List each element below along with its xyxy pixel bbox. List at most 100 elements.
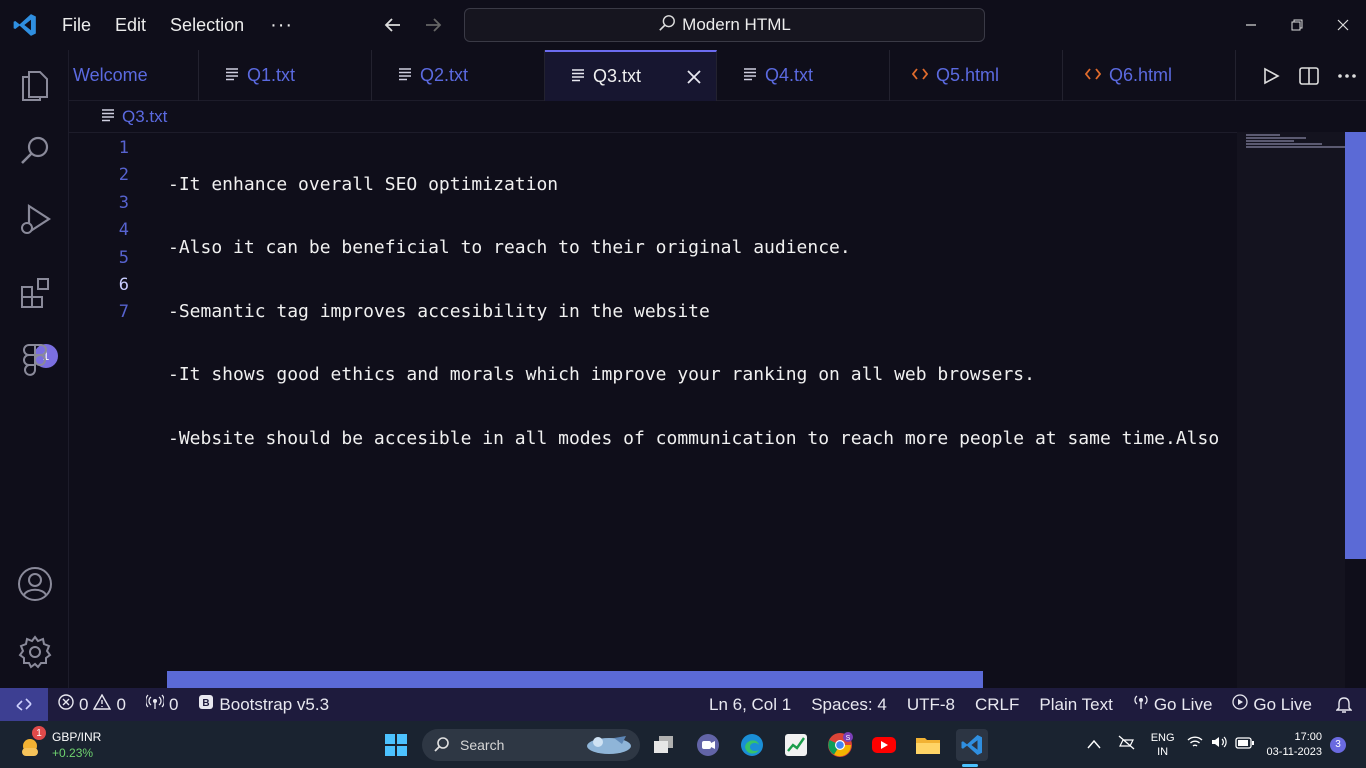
notification-badge[interactable]: 3 xyxy=(1330,736,1346,753)
tab-q1[interactable]: Q1.txt xyxy=(199,50,372,101)
split-editor-icon[interactable] xyxy=(1290,50,1328,101)
task-view-icon[interactable] xyxy=(648,729,680,761)
svg-text:S: S xyxy=(846,735,851,742)
warning-count: 0 xyxy=(116,694,126,714)
lang-line-1: ENG xyxy=(1150,731,1175,744)
menu-edit[interactable]: Edit xyxy=(103,0,158,50)
battery-icon[interactable] xyxy=(1231,736,1259,754)
widget-title: GBP/INR xyxy=(52,730,102,744)
code-line[interactable] xyxy=(168,488,1237,515)
status-bar: 0 0 0 B Bootstrap v5.3 Ln 6, Col 1 Space… xyxy=(0,688,1366,721)
play-circle-icon xyxy=(1232,694,1249,715)
code-editor[interactable]: 1 2 3 4 5 6 7 -It enhance overall SEO op… xyxy=(69,132,1237,688)
minimize-icon[interactable] xyxy=(1228,0,1274,50)
network-off-icon[interactable] xyxy=(1109,734,1143,755)
figma-icon[interactable] xyxy=(12,337,58,383)
tab-q5[interactable]: Q5.html xyxy=(890,50,1063,101)
run-icon[interactable] xyxy=(1252,50,1290,101)
close-tab-icon[interactable] xyxy=(684,67,704,87)
tab-label: Q2.txt xyxy=(420,65,469,85)
language-mode[interactable]: Plain Text xyxy=(1029,688,1122,721)
breadcrumb-file[interactable]: Q3.txt xyxy=(122,107,167,127)
go-live-label: Go Live xyxy=(1153,694,1213,714)
go-live-button-1[interactable]: Go Live xyxy=(1123,688,1223,721)
clock[interactable]: 17:00 03-11-2023 xyxy=(1259,730,1330,760)
tab-q6[interactable]: Q6.html xyxy=(1063,50,1236,101)
wifi-icon[interactable] xyxy=(1183,735,1207,754)
line-number-current: 6 xyxy=(118,274,129,295)
tab-label: Q6.html xyxy=(1109,65,1173,85)
broadcast-icon xyxy=(145,694,165,715)
vscode-taskbar-icon[interactable] xyxy=(956,729,988,761)
go-live-label: Go Live xyxy=(1253,694,1312,714)
command-center-search[interactable]: Modern HTML xyxy=(464,8,985,42)
status-bar-right: Ln 6, Col 1 Spaces: 4 UTF-8 CRLF Plain T… xyxy=(699,688,1366,721)
code-line[interactable]: -Semantic tag improves accesibility in t… xyxy=(168,298,1237,325)
problems-indicator[interactable]: 0 0 xyxy=(48,688,136,721)
tab-q2[interactable]: Q2.txt xyxy=(372,50,545,101)
encoding[interactable]: UTF-8 xyxy=(897,688,965,721)
menu-more-button[interactable]: ··· xyxy=(256,14,307,37)
tab-q3[interactable]: Q3.txt xyxy=(545,50,717,101)
tab-label: Q4.txt xyxy=(765,65,814,85)
close-icon[interactable] xyxy=(1320,0,1366,50)
bootstrap-indicator[interactable]: B Bootstrap v5.3 xyxy=(188,688,339,721)
taskbar-search[interactable]: Search xyxy=(422,729,640,761)
code-line[interactable]: -Website should be accesible in all mode… xyxy=(168,425,1237,452)
bootstrap-icon: B xyxy=(198,694,214,715)
volume-icon[interactable] xyxy=(1207,735,1231,754)
menu-file[interactable]: File xyxy=(50,0,103,50)
widget-value: +0.23% xyxy=(52,746,94,760)
code-line[interactable] xyxy=(168,551,1237,578)
explorer-icon[interactable] xyxy=(12,61,58,107)
bell-icon[interactable] xyxy=(1322,688,1366,721)
tab-label: Q3.txt xyxy=(593,66,642,86)
vertical-scrollbar[interactable] xyxy=(1345,132,1366,559)
teams-meet-icon[interactable] xyxy=(692,729,724,761)
code-line[interactable]: -Also it can be beneficial to reach to t… xyxy=(168,234,1237,261)
tab-label: Welcome xyxy=(73,65,148,85)
indentation[interactable]: Spaces: 4 xyxy=(801,688,897,721)
line-ending[interactable]: CRLF xyxy=(965,688,1029,721)
line-number: 1 xyxy=(118,138,129,158)
line-number: 3 xyxy=(118,192,129,213)
back-arrow-icon[interactable] xyxy=(380,12,406,38)
cursor-position[interactable]: Ln 6, Col 1 xyxy=(699,688,801,721)
code-line[interactable]: -It enhance overall SEO optimization xyxy=(168,171,1237,198)
minimap[interactable] xyxy=(1237,132,1345,688)
activity-bar: 1 xyxy=(0,50,69,688)
horizontal-scrollbar[interactable] xyxy=(167,671,983,688)
remote-indicator[interactable] xyxy=(0,688,48,721)
weather-widget[interactable]: 1 GBP/INR +0.23% xyxy=(18,726,128,764)
code-content[interactable]: -It enhance overall SEO optimization -Al… xyxy=(168,135,1237,615)
lines-icon xyxy=(225,65,239,86)
stocks-app-icon[interactable] xyxy=(780,729,812,761)
go-live-button-2[interactable]: Go Live xyxy=(1222,688,1322,721)
lines-icon xyxy=(743,65,757,86)
chrome-icon[interactable]: S xyxy=(824,729,856,761)
widget-badge: 1 xyxy=(32,726,46,740)
run-debug-icon[interactable] xyxy=(12,196,58,242)
extensions-icon[interactable] xyxy=(12,269,58,315)
lines-icon xyxy=(571,66,585,87)
edge-browser-icon[interactable] xyxy=(736,729,768,761)
broadcast-icon xyxy=(1133,694,1149,715)
account-icon[interactable] xyxy=(12,561,58,607)
restore-icon[interactable] xyxy=(1274,0,1320,50)
tab-q4[interactable]: Q4.txt xyxy=(717,50,890,101)
menu-selection[interactable]: Selection xyxy=(158,0,256,50)
tab-welcome[interactable]: Welcome xyxy=(69,50,199,101)
forward-arrow-icon[interactable] xyxy=(420,12,446,38)
chevron-up-icon[interactable] xyxy=(1079,736,1109,754)
html-icon xyxy=(911,65,929,86)
code-line[interactable]: -It shows good ethics and morals which i… xyxy=(168,361,1237,388)
windows-start-icon[interactable] xyxy=(380,729,412,761)
search-icon[interactable] xyxy=(12,128,58,174)
ports-indicator[interactable]: 0 xyxy=(136,688,188,721)
more-actions-icon[interactable] xyxy=(1328,50,1366,101)
language-indicator[interactable]: ENG IN xyxy=(1143,731,1183,759)
windows-taskbar: 1 GBP/INR +0.23% Search S ENG IN 17:00 0… xyxy=(0,721,1366,768)
youtube-icon[interactable] xyxy=(868,729,900,761)
gear-icon[interactable] xyxy=(12,629,58,675)
file-explorer-icon[interactable] xyxy=(912,729,944,761)
